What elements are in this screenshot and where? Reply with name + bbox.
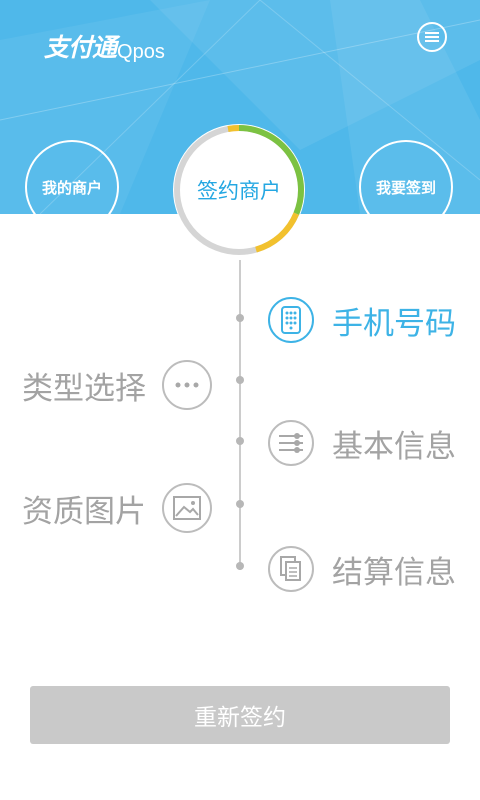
step-label: 手机号码: [332, 305, 456, 342]
phone-keypad-icon: [268, 297, 314, 343]
step-settlement-info[interactable]: 结算信息: [268, 546, 456, 592]
step-basic-info[interactable]: 基本信息: [268, 420, 456, 466]
step-label: 基本信息: [332, 428, 456, 465]
more-dots-icon: [162, 360, 212, 410]
timeline-dot: [236, 376, 244, 384]
app-logo: 支付通 Qpos: [44, 28, 165, 64]
timeline-line: [239, 260, 241, 570]
timeline-dot: [236, 314, 244, 322]
timeline-dot: [236, 562, 244, 570]
step-phone-number[interactable]: 手机号码: [268, 297, 456, 343]
logo-chinese: 支付通: [44, 33, 117, 62]
timeline-dot: [236, 500, 244, 508]
re-sign-button-label: 重新签约: [194, 705, 286, 731]
step-label: 类型选择: [22, 370, 146, 407]
tab-sign-merchant-label: 签约商户: [197, 179, 281, 203]
step-qualification-images[interactable]: 资质图片: [22, 483, 212, 533]
step-type-select[interactable]: 类型选择: [22, 360, 212, 410]
logo-english: Qpos: [117, 41, 165, 63]
document-icon: [268, 546, 314, 592]
step-label: 结算信息: [332, 554, 456, 591]
tab-my-merchants-label: 我的商户: [41, 178, 102, 197]
timeline-dot: [236, 437, 244, 445]
menu-button[interactable]: [417, 22, 447, 52]
re-sign-button[interactable]: 重新签约: [30, 686, 450, 744]
menu-icon: [425, 32, 439, 42]
tab-check-in-label: 我要签到: [375, 178, 436, 197]
list-icon: [268, 420, 314, 466]
step-label: 资质图片: [22, 493, 146, 530]
image-icon: [162, 483, 212, 533]
tab-sign-merchant[interactable]: 签约商户: [170, 121, 308, 259]
